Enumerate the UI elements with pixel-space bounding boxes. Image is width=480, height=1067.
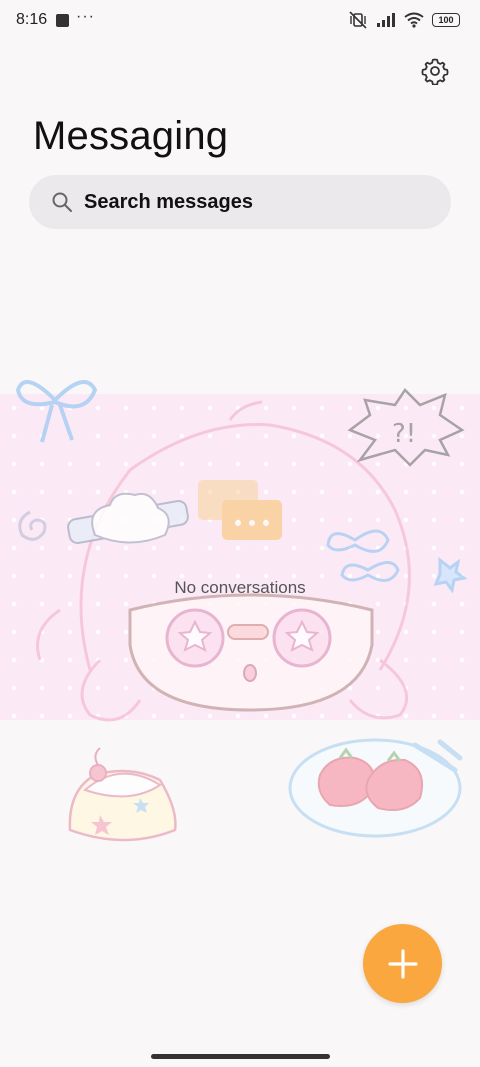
wallpaper-band — [0, 394, 480, 720]
status-bar: 8:16 ··· 100 — [0, 0, 480, 44]
new-conversation-button[interactable] — [363, 924, 442, 1003]
search-input-placeholder: Search messages — [84, 190, 254, 213]
page-title: Messaging — [33, 114, 229, 158]
battery-icon: 100 — [432, 13, 460, 27]
status-time: 8:16 — [16, 11, 48, 28]
gear-icon — [421, 58, 449, 85]
notification-square-icon — [56, 14, 69, 27]
pudding-decoration — [68, 747, 177, 842]
signal-icon — [377, 13, 395, 27]
home-indicator[interactable] — [151, 1054, 330, 1059]
empty-state-text: No conversations — [174, 578, 306, 597]
settings-button[interactable] — [418, 54, 452, 88]
status-icons: 100 — [348, 11, 460, 29]
wifi-icon — [404, 12, 424, 28]
mute-vibrate-icon — [349, 11, 367, 29]
more-notifications-indicator: ··· — [76, 8, 95, 25]
search-icon — [52, 192, 72, 212]
plus-icon — [387, 948, 418, 979]
strawberry-plate-decoration — [288, 738, 463, 838]
search-bar[interactable]: Search messages — [29, 175, 451, 229]
